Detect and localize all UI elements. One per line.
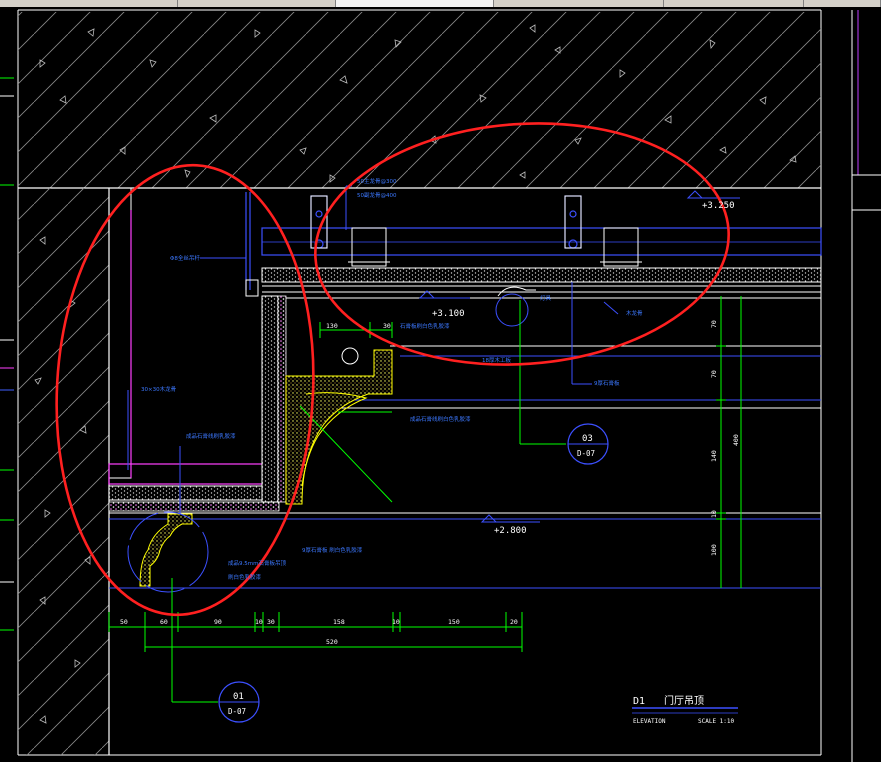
- dim-right-3: 140: [710, 450, 718, 462]
- note-gypsum-white: 9厚石膏板 刷白色乳胶漆: [302, 546, 363, 554]
- dim-top-2: 30: [383, 322, 391, 330]
- dim-right-total: 400: [732, 434, 740, 446]
- dim-right-4: 10: [710, 510, 718, 518]
- soffit-box: [108, 187, 821, 589]
- cornice-moulding: [127, 347, 393, 593]
- callout-01-number: 01: [233, 692, 244, 702]
- dim-bottom-3: 90: [214, 618, 222, 626]
- note-hanger-rod: Φ8全丝吊杆: [170, 254, 200, 262]
- dim-bottom-8: 150: [448, 618, 460, 626]
- callout-03-number: 03: [582, 434, 593, 444]
- cad-drawing-canvas[interactable]: +3.250 +3.100 +2.800 50 60 90 10 30 158 …: [0, 0, 881, 762]
- note-light: 灯具: [540, 294, 552, 302]
- callout-03[interactable]: [567, 423, 609, 465]
- title-name: 门厅吊顶: [664, 694, 704, 707]
- dim-bottom-9: 20: [510, 618, 518, 626]
- note-board-paint: 石膏板刷白色乳胶漆: [400, 322, 450, 330]
- dim-bottom-7: 10: [392, 618, 400, 626]
- note-cornice-paint: 成品石膏线刷乳胶漆: [186, 432, 236, 440]
- callout-03-sheet: D-07: [577, 449, 595, 458]
- note-sub-channel: 50副龙骨@400: [357, 191, 397, 199]
- callout-01-sheet: D-07: [228, 707, 246, 716]
- note-main-channel: 50主龙骨@300: [357, 177, 397, 185]
- title-block: [632, 707, 738, 714]
- note-cornice-white: 成品石膏线刷白色乳胶漆: [410, 415, 471, 423]
- blue-leaders: [127, 185, 619, 514]
- dim-right-2: 70: [710, 370, 718, 378]
- suspension-system: [245, 192, 822, 327]
- note-timber-joist: 木龙骨: [626, 309, 643, 317]
- title-number: D1: [633, 696, 645, 707]
- note-gypsum: 9厚石膏板: [594, 379, 620, 387]
- dim-top-1: 130: [326, 322, 338, 330]
- note-ceiling-board: 成品9.5mm石膏板吊顶: [228, 559, 286, 567]
- elevation-bottom-label: +2.800: [494, 526, 527, 536]
- note-wood-joist: 30×30木龙骨: [141, 385, 177, 393]
- note-plywood: 18厚木工板: [482, 356, 511, 364]
- elevation-top-label: +3.250: [702, 201, 735, 211]
- dimension-lines: [108, 296, 742, 652]
- note-white-paint: 刷白色乳胶漆: [228, 573, 262, 581]
- dim-bottom-2: 60: [160, 618, 168, 626]
- dim-total: 520: [326, 638, 338, 646]
- dim-bottom-4: 10: [255, 618, 263, 626]
- dim-right-1: 70: [710, 320, 718, 328]
- dim-bottom-6: 158: [333, 618, 345, 626]
- dim-right-5: 100: [710, 544, 718, 556]
- title-sub: ELEVATION: [633, 718, 666, 725]
- elevation-mid-label: +3.100: [432, 309, 465, 319]
- dim-bottom-1: 50: [120, 618, 128, 626]
- title-scale: SCALE 1:10: [698, 718, 735, 725]
- dim-bottom-5: 30: [267, 618, 275, 626]
- callout-01[interactable]: [218, 681, 260, 723]
- concrete-slab: [18, 12, 821, 189]
